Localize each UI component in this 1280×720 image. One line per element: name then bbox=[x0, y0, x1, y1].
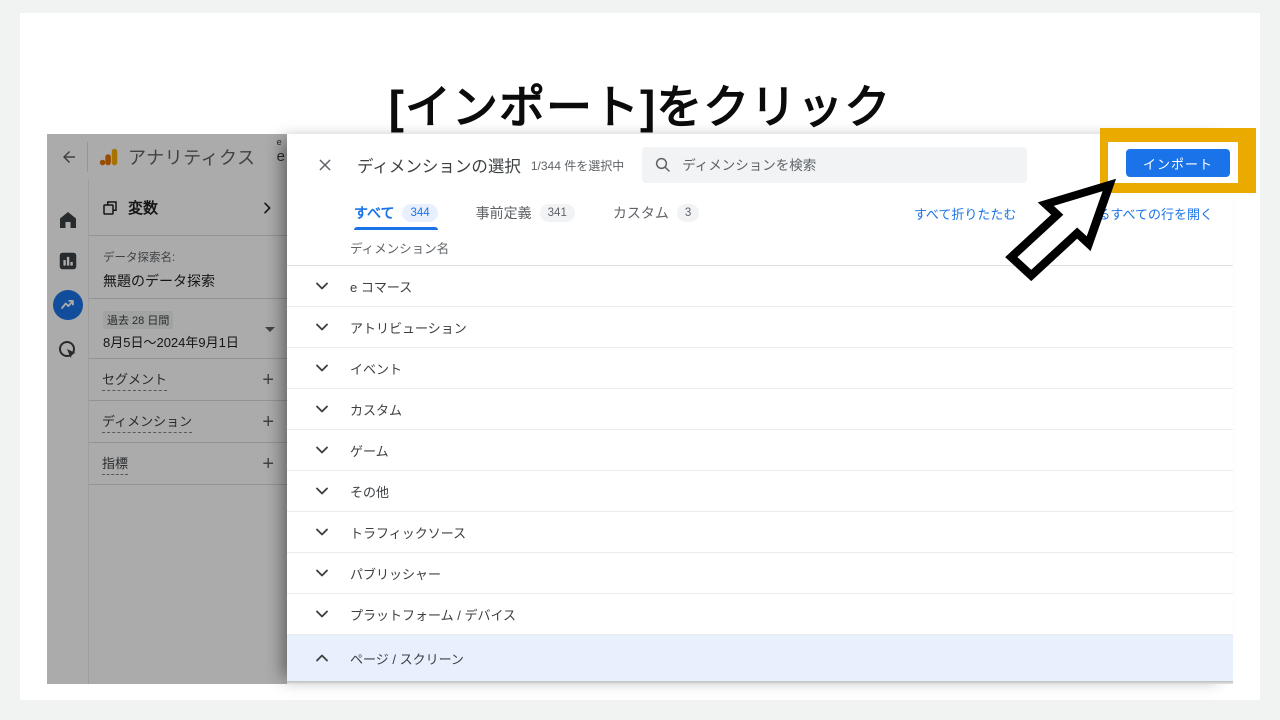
dimension-rows: e コマース アトリビューション イベント カスタム ゲーム その他 トラフィッ… bbox=[287, 266, 1233, 681]
row-label: パブリッシャー bbox=[350, 566, 442, 582]
selection-status: 1/344 件を選択中 bbox=[530, 158, 625, 173]
pointer-arrow bbox=[1005, 178, 1117, 282]
tab-custom[interactable]: カスタム 3 bbox=[612, 196, 700, 230]
chevron-toggle-icon[interactable] bbox=[308, 522, 336, 542]
import-highlight-box: インポート bbox=[1100, 128, 1256, 193]
close-button[interactable] bbox=[307, 147, 343, 183]
chevron-toggle-icon[interactable] bbox=[308, 648, 336, 668]
page-title: [インポート]をクリック bbox=[388, 81, 892, 133]
row-label: アトリビューション bbox=[350, 320, 467, 336]
dimension-category-row[interactable]: プラットフォーム / デバイス bbox=[287, 594, 1233, 635]
dimension-search[interactable] bbox=[642, 147, 1028, 183]
search-icon bbox=[656, 157, 670, 172]
tab-predefined[interactable]: 事前定義 341 bbox=[476, 196, 575, 230]
row-label: その他 bbox=[350, 484, 390, 500]
chevron-toggle-icon[interactable] bbox=[308, 481, 336, 501]
dimension-category-row[interactable]: パブリッシャー bbox=[287, 553, 1233, 594]
tab-all-count: 344 bbox=[402, 204, 438, 222]
tab-all-label: すべて bbox=[354, 205, 395, 221]
chevron-toggle-icon[interactable] bbox=[308, 399, 336, 419]
dimension-category-row[interactable]: カスタム bbox=[287, 389, 1233, 430]
tab-all[interactable]: すべて 344 bbox=[354, 196, 438, 230]
chevron-toggle-icon[interactable] bbox=[308, 317, 336, 337]
chevron-toggle-icon[interactable] bbox=[308, 563, 336, 583]
dimension-category-row[interactable]: ゲーム bbox=[287, 430, 1233, 471]
row-label: カスタム bbox=[350, 402, 403, 418]
chevron-toggle-icon[interactable] bbox=[308, 604, 336, 624]
chevron-toggle-icon[interactable] bbox=[308, 440, 336, 460]
close-icon bbox=[319, 159, 331, 171]
chevron-toggle-icon[interactable] bbox=[308, 358, 336, 378]
modal-scrim bbox=[47, 134, 287, 684]
row-label: e コマース bbox=[350, 279, 413, 295]
tab-predefined-label: 事前定義 bbox=[475, 205, 532, 221]
dimension-category-row[interactable]: トラフィックソース bbox=[287, 512, 1233, 553]
search-input[interactable] bbox=[682, 157, 1016, 173]
row-label: プラットフォーム / デバイス bbox=[350, 607, 517, 623]
dimension-category-row[interactable]: アトリビューション bbox=[287, 307, 1233, 348]
chevron-toggle-icon[interactable] bbox=[308, 276, 336, 296]
dimension-category-row[interactable]: その他 bbox=[287, 471, 1233, 512]
row-label: トラフィックソース bbox=[350, 525, 467, 541]
tab-custom-count: 3 bbox=[676, 204, 700, 222]
tab-predefined-count: 341 bbox=[539, 204, 575, 222]
dimension-name-column-header: ディメンション名 bbox=[350, 242, 450, 256]
import-button[interactable]: インポート bbox=[1126, 149, 1230, 177]
row-label: ゲーム bbox=[350, 443, 389, 459]
tab-custom-label: カスタム bbox=[612, 205, 669, 221]
dimension-category-row[interactable]: イベント bbox=[287, 348, 1233, 389]
dialog-bottom-shadow bbox=[287, 681, 1233, 684]
dialog-title: ディメンションの選択 bbox=[357, 158, 521, 176]
row-label: ページ / スクリーン bbox=[350, 651, 464, 667]
dimension-category-row[interactable]: ページ / スクリーン bbox=[287, 635, 1233, 681]
row-label: イベント bbox=[350, 361, 403, 377]
